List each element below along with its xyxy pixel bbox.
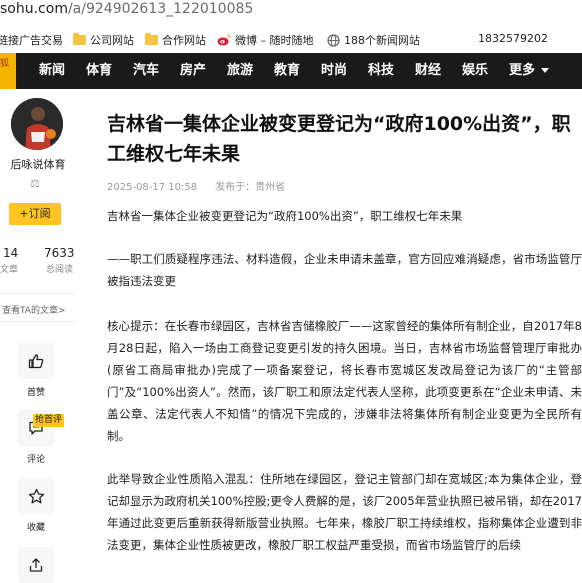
total-reads: 7633	[44, 246, 75, 260]
article-title: 吉林省一集体企业被变更登记为“政府100%出资”，职工维权七年未果	[107, 113, 571, 165]
favorite-label: 收藏	[26, 523, 45, 533]
top-nav: 狐 新闻 体育 汽车 房产 旅游 教育 时尚 科技 财经 娱乐 更多	[0, 53, 582, 89]
bookmarks-bar: 链接广告交易 公司网站 合作网站 微博 – 随时随地 188个新闻网站 1832…	[0, 27, 582, 51]
publish-date: 2025-08-17 10:58	[107, 182, 198, 193]
address-bar[interactable]: sohu.com/a/924902613_122010085	[0, 0, 582, 21]
comment-label: 评论	[26, 455, 45, 465]
article-meta: 2025-08-17 10:58 发布于：贵州省	[107, 178, 285, 193]
nav-tech[interactable]: 科技	[368, 63, 394, 79]
article-paragraph: ——职工们质疑程序违法、材料造假，企业未申请未盖章，官方回应难消疑虑，省市场监管…	[107, 252, 582, 288]
like-label: 首赞	[26, 388, 45, 398]
caret-down-icon	[541, 68, 550, 73]
nav-travel[interactable]: 旅游	[227, 63, 253, 79]
avatar[interactable]	[11, 98, 63, 150]
url-text[interactable]: sohu.com/a/924902613_122010085	[0, 0, 253, 18]
nav-news[interactable]: 新闻	[39, 63, 65, 79]
weibo-icon	[217, 34, 231, 46]
star-icon	[28, 488, 44, 503]
nav-education[interactable]: 教育	[274, 63, 300, 79]
like-button[interactable]: 首赞	[18, 343, 54, 398]
share-icon	[29, 558, 43, 572]
article-paragraph: 吉林省一集体企业被变更登记为“政府100%出资”，职工维权七年未果	[107, 209, 463, 223]
follow-button[interactable]: +订阅	[9, 203, 61, 225]
bookmark-partner-sites[interactable]: 合作网站	[145, 32, 206, 48]
article-count: 14	[3, 246, 19, 260]
favorite-button[interactable]: 收藏	[18, 478, 54, 533]
thumbs-up-icon	[28, 354, 44, 369]
scale-icon: ⚖	[30, 177, 40, 190]
nav-auto[interactable]: 汽车	[133, 63, 159, 79]
sohu-logo[interactable]: 狐	[0, 53, 16, 89]
globe-icon	[327, 33, 340, 47]
share-button[interactable]	[18, 547, 54, 583]
first-comment-badge: 抢首评	[33, 414, 65, 427]
author-name[interactable]: 后咏说体育	[0, 156, 76, 172]
publish-source: 发布于：贵州省	[215, 182, 286, 193]
total-reads-label: 总阅读	[46, 265, 74, 275]
author-sidebar: 后咏说体育 ⚖ +订阅 14 文章 7633 总阅读 查看TA的文章> 首赞 评…	[0, 89, 76, 583]
nav-house[interactable]: 房产	[180, 63, 206, 79]
folder-icon	[145, 33, 158, 45]
nav-fashion[interactable]: 时尚	[321, 63, 347, 79]
nav-finance[interactable]: 财经	[415, 63, 441, 79]
more-articles-link[interactable]: 查看TA的文章>	[2, 303, 66, 316]
article-count-label: 文章	[0, 265, 19, 275]
folder-icon	[73, 33, 86, 45]
divider	[0, 293, 76, 294]
divider	[0, 321, 76, 322]
bookmark-ad-trade[interactable]: 链接广告交易	[0, 32, 63, 48]
article-paragraph: 核心提示：在长春市绿园区，吉林省吉储橡胶厂——这家曾经的集体所有制企业，自201…	[107, 319, 582, 443]
article-paragraph: 此举导致企业性质陷入混乱：住所地在绿园区，登记主管部门却在宽城区;本为集体企业，…	[107, 472, 582, 552]
nav-sports[interactable]: 体育	[86, 63, 112, 79]
bookmark-188-news[interactable]: 188个新闻网站	[327, 32, 420, 48]
bookmark-number[interactable]: 1832579202	[478, 32, 548, 45]
bookmark-weibo[interactable]: 微博 – 随时随地	[217, 32, 314, 48]
nav-more[interactable]: 更多	[509, 63, 550, 79]
nav-entertainment[interactable]: 娱乐	[462, 63, 488, 79]
bookmark-company-sites[interactable]: 公司网站	[73, 32, 134, 48]
